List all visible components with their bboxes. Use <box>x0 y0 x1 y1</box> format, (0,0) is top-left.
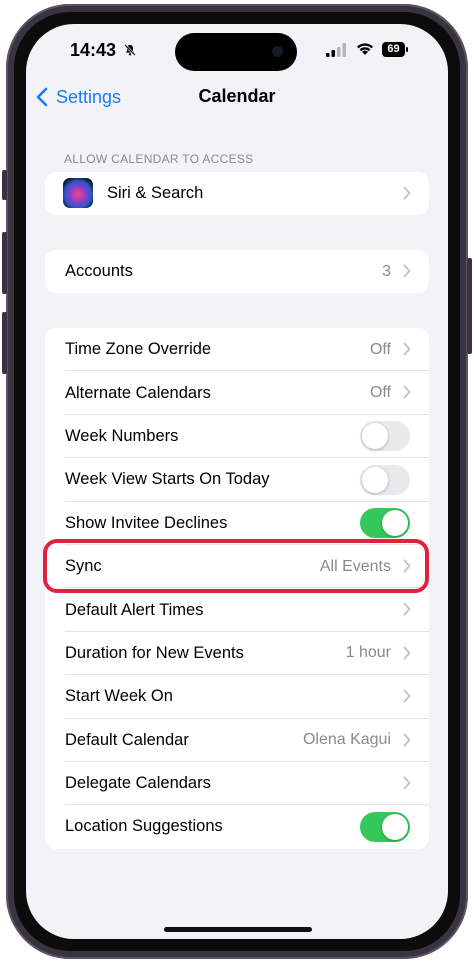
chevron-right-icon <box>403 776 411 790</box>
battery-level: 69 <box>382 42 405 57</box>
chevron-right-icon <box>403 385 411 399</box>
row-label: Delegate Calendars <box>65 774 211 793</box>
siri-icon <box>63 178 93 208</box>
row-value: All Events <box>319 557 391 575</box>
row-label: Show Invitee Declines <box>65 513 228 532</box>
row-label: Location Suggestions <box>65 817 223 836</box>
setting-row-delegate-calendars[interactable]: Delegate Calendars <box>45 762 429 806</box>
access-group: Siri & Search <box>45 172 429 216</box>
setting-row-duration-for-new-events[interactable]: Duration for New Events 1 hour <box>45 632 429 676</box>
battery-icon: 69 <box>382 42 410 57</box>
toggle-knob <box>382 510 408 537</box>
accounts-group: Accounts 3 <box>45 250 429 294</box>
setting-row-alternate-calendars[interactable]: Alternate Calendars Off <box>45 371 429 415</box>
setting-row-week-numbers[interactable]: Week Numbers <box>45 415 429 459</box>
signal-icon <box>326 43 346 57</box>
row-label: Alternate Calendars <box>65 383 211 402</box>
toggle-knob <box>362 423 388 450</box>
setting-row-default-alert-times[interactable]: Default Alert Times <box>45 588 429 632</box>
chevron-right-icon <box>403 186 411 200</box>
volume-down-button <box>2 312 7 374</box>
chevron-right-icon <box>403 733 411 747</box>
accounts-row[interactable]: Accounts 3 <box>45 250 429 293</box>
row-label: Week Numbers <box>65 426 179 445</box>
chevron-right-icon <box>403 559 411 573</box>
toggle-knob <box>382 813 408 840</box>
row-label: Duration for New Events <box>65 643 244 662</box>
section-header-access: ALLOW CALENDAR TO ACCESS <box>64 152 254 166</box>
toggle-switch[interactable] <box>360 811 410 842</box>
row-label: Default Alert Times <box>65 600 204 619</box>
screen: 14:43 69 Settings Calendar ALLOW CALENDA… <box>26 24 448 939</box>
setting-row-show-invitee-declines[interactable]: Show Invitee Declines <box>45 502 429 545</box>
setting-row-location-suggestions[interactable]: Location Suggestions <box>45 805 429 848</box>
settings-group: Time Zone Override Off Alternate Calendars… <box>45 328 429 849</box>
chevron-right-icon <box>403 342 411 356</box>
camera-icon <box>272 46 283 57</box>
toggle-switch[interactable] <box>360 508 410 539</box>
row-value: Off <box>369 340 391 358</box>
chevron-right-icon <box>403 689 411 703</box>
bell-slash-icon <box>124 44 136 56</box>
setting-row-time-zone-override[interactable]: Time Zone Override Off <box>45 328 429 372</box>
row-label: Week View Starts On Today <box>65 470 270 489</box>
siri-search-row[interactable]: Siri & Search <box>45 172 429 215</box>
row-label: Sync <box>65 557 102 576</box>
volume-up-button <box>2 232 7 294</box>
home-indicator[interactable] <box>164 927 312 932</box>
row-value: Olena Kagui <box>302 731 391 749</box>
row-label: Time Zone Override <box>65 340 212 359</box>
row-label: Start Week On <box>65 687 173 706</box>
dynamic-island <box>175 33 297 71</box>
chevron-right-icon <box>403 646 411 660</box>
row-value: 1 hour <box>345 644 391 662</box>
chevron-right-icon <box>403 264 411 278</box>
setting-row-sync[interactable]: Sync All Events <box>45 545 429 589</box>
wifi-icon <box>357 43 373 55</box>
setting-row-default-calendar[interactable]: Default Calendar Olena Kagui <box>45 719 429 762</box>
page-title: Calendar <box>198 86 276 106</box>
row-value: Off <box>369 384 391 402</box>
setting-row-week-view-starts-on-today[interactable]: Week View Starts On Today <box>45 458 429 502</box>
row-label: Accounts <box>65 262 133 281</box>
chevron-right-icon <box>403 602 411 616</box>
power-button <box>467 258 472 354</box>
toggle-switch[interactable] <box>360 421 410 452</box>
row-value: 3 <box>382 262 391 280</box>
toggle-switch[interactable] <box>360 464 410 495</box>
action-button <box>2 170 7 200</box>
setting-row-start-week-on[interactable]: Start Week On <box>45 675 429 719</box>
status-time: 14:43 <box>70 40 117 60</box>
toggle-knob <box>362 466 388 493</box>
row-label: Default Calendar <box>65 730 189 749</box>
row-label: Siri & Search <box>107 184 204 203</box>
